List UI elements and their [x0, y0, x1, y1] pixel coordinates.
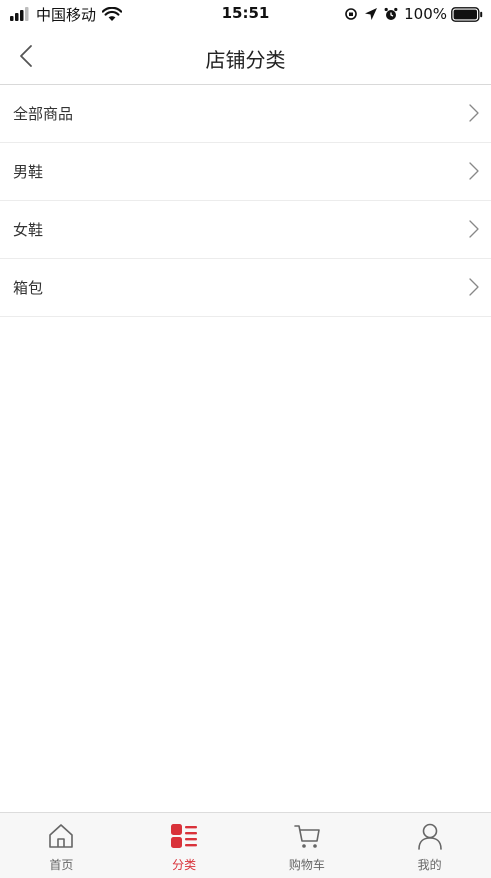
tab-label: 购物车: [288, 858, 325, 872]
tab-cart[interactable]: 购物车: [246, 813, 369, 878]
alarm-icon: [384, 7, 398, 20]
user-icon: [417, 823, 442, 850]
battery-icon: [451, 6, 483, 22]
category-list: 全部商品 男鞋 女鞋 箱包: [0, 85, 491, 317]
tab-label: 首页: [49, 858, 74, 872]
home-icon: [49, 824, 74, 848]
status-bar: 中国移动 15:51 100%: [0, 0, 491, 28]
battery-percent: 100%: [404, 5, 447, 23]
category-item-mens-shoes[interactable]: 男鞋: [0, 143, 491, 201]
page-title: 店铺分类: [205, 48, 286, 72]
navigation-bar: 店铺分类: [0, 28, 491, 85]
chevron-right-icon: [469, 162, 479, 180]
tab-category[interactable]: 分类: [123, 813, 246, 878]
category-item-all-products[interactable]: 全部商品: [0, 85, 491, 143]
orientation-lock-icon: [345, 8, 357, 20]
tab-label: 分类: [172, 858, 197, 872]
tab-label: 我的: [417, 858, 442, 872]
tab-home[interactable]: 首页: [0, 813, 123, 878]
category-label: 箱包: [13, 279, 44, 297]
location-arrow-icon: [365, 8, 378, 20]
category-label: 女鞋: [13, 221, 44, 239]
category-label: 男鞋: [13, 163, 44, 181]
category-item-womens-shoes[interactable]: 女鞋: [0, 201, 491, 259]
category-item-bags[interactable]: 箱包: [0, 259, 491, 317]
category-label: 全部商品: [13, 105, 74, 123]
tab-bar: 首页 分类 购物车 我的: [0, 812, 491, 878]
cart-icon: [294, 825, 320, 848]
tab-profile[interactable]: 我的: [368, 813, 491, 878]
status-right: 100%: [344, 4, 483, 24]
chevron-right-icon: [469, 220, 479, 238]
category-icon: [171, 824, 198, 848]
chevron-right-icon: [469, 278, 479, 296]
chevron-right-icon: [469, 104, 479, 122]
